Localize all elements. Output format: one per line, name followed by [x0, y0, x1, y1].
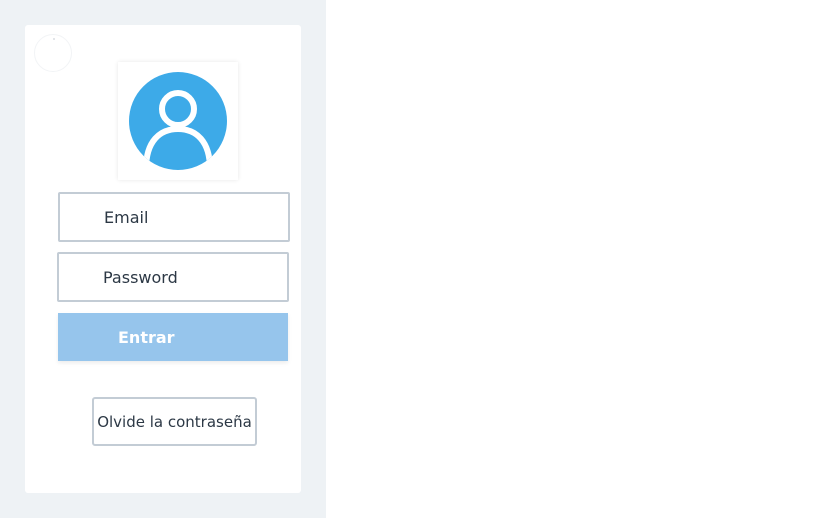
- user-icon: [129, 72, 227, 170]
- forgot-password-button[interactable]: Olvide la contraseña: [92, 397, 257, 446]
- password-field[interactable]: [57, 252, 289, 302]
- email-field[interactable]: [58, 192, 290, 242]
- avatar: [118, 62, 238, 180]
- login-panel: Entrar Olvide la contraseña: [0, 0, 326, 518]
- loading-spinner-icon: [34, 34, 72, 72]
- login-page: Entrar Olvide la contraseña: [0, 0, 819, 518]
- login-button[interactable]: Entrar: [58, 313, 288, 361]
